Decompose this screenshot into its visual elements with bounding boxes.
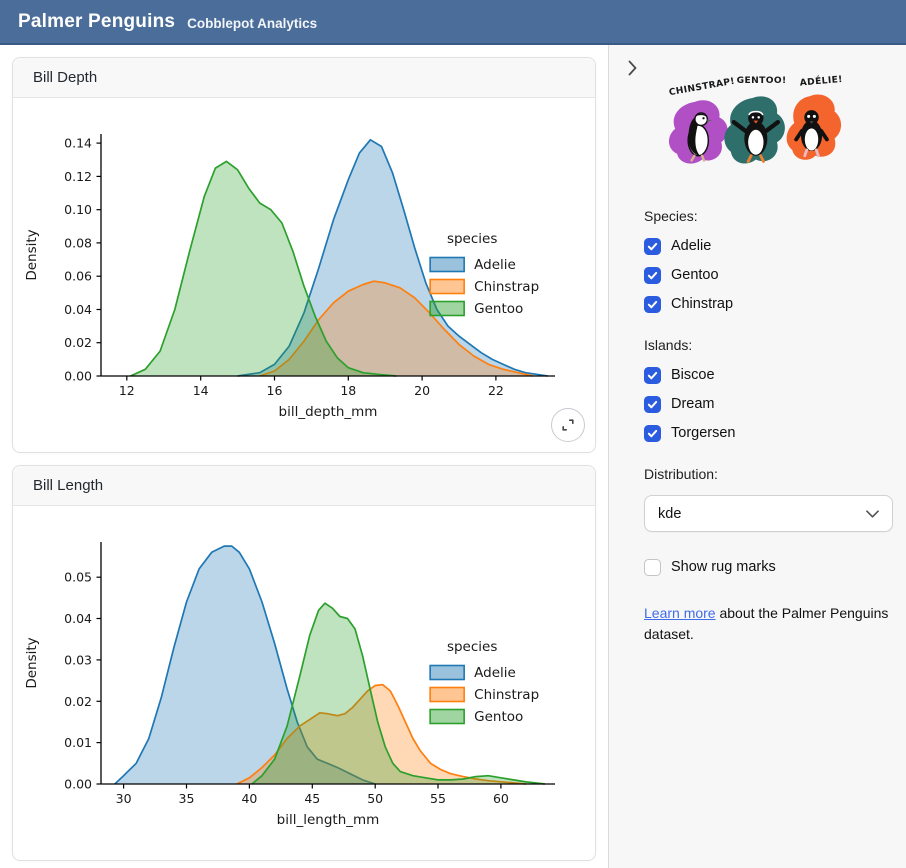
svg-text:0.05: 0.05 (64, 570, 92, 585)
penguin-artwork-image: CHINSTRAP! GENTOO! ADÉLIE! (656, 71, 848, 184)
svg-text:0.12: 0.12 (64, 169, 92, 184)
bill-depth-chart: 12 14 16 18 20 22 0.00 0.02 0.04 0.06 0.08 0.10 0.12… (19, 104, 589, 436)
checkbox-label: Biscoe (671, 367, 715, 383)
check-icon (644, 367, 661, 384)
checkbox-label: Dream (671, 396, 715, 412)
legend-label: Chinstrap (474, 687, 539, 703)
checkbox-label: Chinstrap (671, 296, 733, 312)
svg-text:0.02: 0.02 (64, 335, 92, 350)
legend-label: Gentoo (474, 301, 523, 317)
svg-text:35: 35 (179, 791, 195, 806)
svg-text:50: 50 (367, 791, 383, 806)
checkbox-island-dream[interactable]: Dream (644, 395, 894, 413)
svg-text:14: 14 (193, 383, 209, 398)
svg-text:0.14: 0.14 (64, 136, 92, 151)
svg-text:20: 20 (414, 383, 430, 398)
artwork-label-gentoo: GENTOO! (737, 76, 787, 86)
checkbox-label: Torgersen (671, 425, 735, 441)
checkbox-island-biscoe[interactable]: Biscoe (644, 366, 894, 384)
learn-more-link[interactable]: Learn more (644, 605, 716, 621)
svg-text:60: 60 (493, 791, 509, 806)
svg-text:40: 40 (241, 791, 257, 806)
svg-text:16: 16 (267, 383, 283, 398)
species-label: Species: (644, 208, 894, 224)
kde-chart-svg: 12 14 16 18 20 22 0.00 0.02 0.04 0.06 0.08 0.10 0.12… (19, 104, 585, 436)
artwork-label-adelie: ADÉLIE! (799, 73, 843, 89)
kde-chart-svg: 30 35 40 45 50 55 60 0.00 0.01 0.02 0.03 0.04 0.05 bi… (19, 512, 585, 844)
checkbox-species-adelie[interactable]: Adelie (644, 237, 894, 255)
check-icon (644, 559, 661, 576)
legend-title: species (447, 639, 497, 655)
svg-text:0.03: 0.03 (64, 652, 92, 667)
check-icon (644, 238, 661, 255)
app-window: Palmer Penguins Cobblepot Analytics Bill… (0, 0, 906, 868)
svg-text:0.00: 0.00 (64, 777, 92, 792)
legend-title: species (447, 231, 497, 247)
legend-label: Gentoo (474, 709, 523, 725)
svg-text:0.04: 0.04 (64, 302, 92, 317)
checkbox-label: Adelie (671, 238, 711, 254)
check-icon (644, 425, 661, 442)
distribution-label: Distribution: (644, 466, 894, 482)
card-title-bill-length: Bill Length (13, 466, 595, 506)
main-panel: Bill Depth 12 14 16 18 20 22 0.00 0.02 0.04 0.06 0… (0, 45, 608, 868)
svg-text:22: 22 (488, 383, 504, 398)
expand-icon (560, 417, 576, 433)
dataset-footnote: Learn more about the Palmer Penguins dat… (644, 603, 894, 645)
chevron-down-icon (866, 510, 879, 518)
app-header: Palmer Penguins Cobblepot Analytics (0, 0, 906, 45)
artwork-label-chinstrap: CHINSTRAP! (668, 77, 736, 98)
check-icon (644, 267, 661, 284)
svg-text:0.06: 0.06 (64, 269, 92, 284)
x-axis-label: bill_depth_mm (279, 404, 378, 420)
svg-text:45: 45 (304, 791, 320, 806)
checkbox-label: Gentoo (671, 267, 719, 283)
svg-text:0.04: 0.04 (64, 611, 92, 626)
app-subtitle: Cobblepot Analytics (187, 16, 317, 31)
islands-label: Islands: (644, 337, 894, 353)
y-axis-label: Density (24, 637, 40, 688)
svg-text:18: 18 (340, 383, 356, 398)
svg-text:0.00: 0.00 (64, 369, 92, 384)
distribution-select[interactable]: kde (644, 495, 893, 532)
svg-text:0.02: 0.02 (64, 694, 92, 709)
bill-length-chart: 30 35 40 45 50 55 60 0.00 0.01 0.02 0.03 0.04 0.05 bi… (19, 512, 589, 844)
card-bill-depth: Bill Depth 12 14 16 18 20 22 0.00 0.02 0.04 0.06 0… (12, 57, 596, 453)
sidebar: CHINSTRAP! GENTOO! ADÉLIE! (608, 45, 906, 868)
x-axis-label: bill_length_mm (277, 812, 380, 828)
legend-label: Adelie (474, 257, 516, 273)
legend-label: Adelie (474, 665, 516, 681)
checkbox-label: Show rug marks (671, 559, 776, 575)
distribution-selected-value: kde (658, 506, 681, 522)
svg-text:0.08: 0.08 (64, 235, 92, 250)
check-icon (644, 396, 661, 413)
svg-text:12: 12 (119, 383, 135, 398)
svg-text:55: 55 (430, 791, 446, 806)
svg-text:30: 30 (116, 791, 132, 806)
y-axis-label: Density (24, 229, 40, 280)
card-bill-length: Bill Length 30 35 40 45 50 55 60 0.00 0.01 0.02 0.… (12, 465, 596, 861)
card-title-bill-depth: Bill Depth (13, 58, 595, 98)
legend-label: Chinstrap (474, 279, 539, 295)
check-icon (644, 296, 661, 313)
checkbox-show-rug-marks[interactable]: Show rug marks (644, 558, 894, 576)
chevron-right-icon (628, 60, 637, 76)
expand-button[interactable] (551, 408, 585, 442)
app-title: Palmer Penguins (18, 11, 175, 33)
checkbox-island-torgersen[interactable]: Torgersen (644, 424, 894, 442)
svg-text:0.01: 0.01 (64, 735, 92, 750)
svg-text:0.10: 0.10 (64, 202, 92, 217)
checkbox-species-chinstrap[interactable]: Chinstrap (644, 295, 894, 313)
checkbox-species-gentoo[interactable]: Gentoo (644, 266, 894, 284)
sidebar-collapse-button[interactable] (621, 57, 643, 79)
